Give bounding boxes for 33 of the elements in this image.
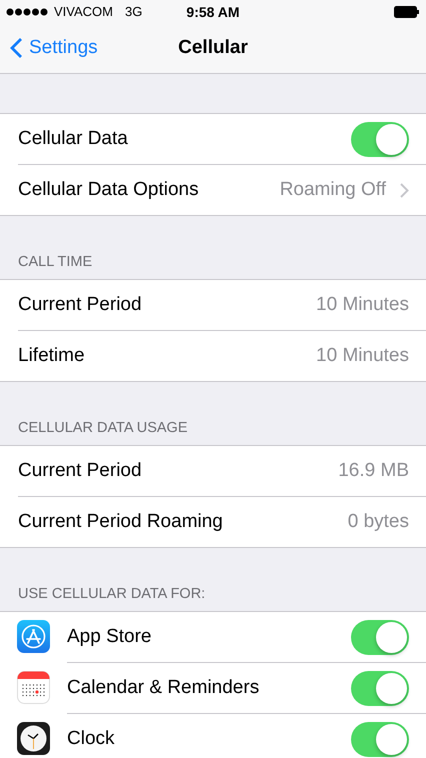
row-value: 10 Minutes — [316, 345, 409, 367]
row-value: Roaming Off — [280, 179, 386, 201]
clock-icon — [17, 722, 50, 755]
row-label: Current Period — [18, 294, 142, 316]
back-button[interactable]: Settings — [0, 37, 98, 59]
status-time: 9:58 AM — [185, 4, 241, 20]
row-label: Current Period — [18, 460, 142, 482]
toggle-switch[interactable] — [351, 670, 409, 706]
toggle-switch[interactable] — [351, 620, 409, 654]
calendar-icon — [17, 671, 50, 704]
battery-icon — [394, 6, 420, 18]
page-title: Cellular — [177, 37, 249, 59]
section-header: USE CELLULAR DATA FOR: — [18, 586, 206, 602]
app-store-icon — [17, 620, 50, 653]
section-header: CALL TIME — [18, 254, 92, 270]
signal-icon — [6, 8, 50, 16]
toggle-switch[interactable] — [351, 122, 409, 156]
row-value: 0 bytes — [348, 511, 409, 533]
row-label: Calendar & Reminders — [67, 677, 260, 699]
section-header: CELLULAR DATA USAGE — [18, 420, 188, 436]
back-chevron-icon — [10, 37, 23, 59]
row-label: Cellular Data Options — [18, 179, 199, 201]
row-label: App Store — [67, 626, 152, 648]
network-type: 3G — [125, 4, 142, 19]
row-label: Clock — [67, 728, 115, 750]
carrier-name: VIVACOM — [54, 4, 113, 19]
toggle-switch[interactable] — [351, 722, 409, 756]
row-value: 10 Minutes — [316, 294, 409, 316]
row-label: Current Period Roaming — [18, 511, 223, 533]
chevron-icon — [400, 182, 409, 198]
row-label: Lifetime — [18, 345, 85, 367]
row-value: 16.9 MB — [338, 460, 409, 482]
row-label: Cellular Data — [18, 128, 128, 150]
